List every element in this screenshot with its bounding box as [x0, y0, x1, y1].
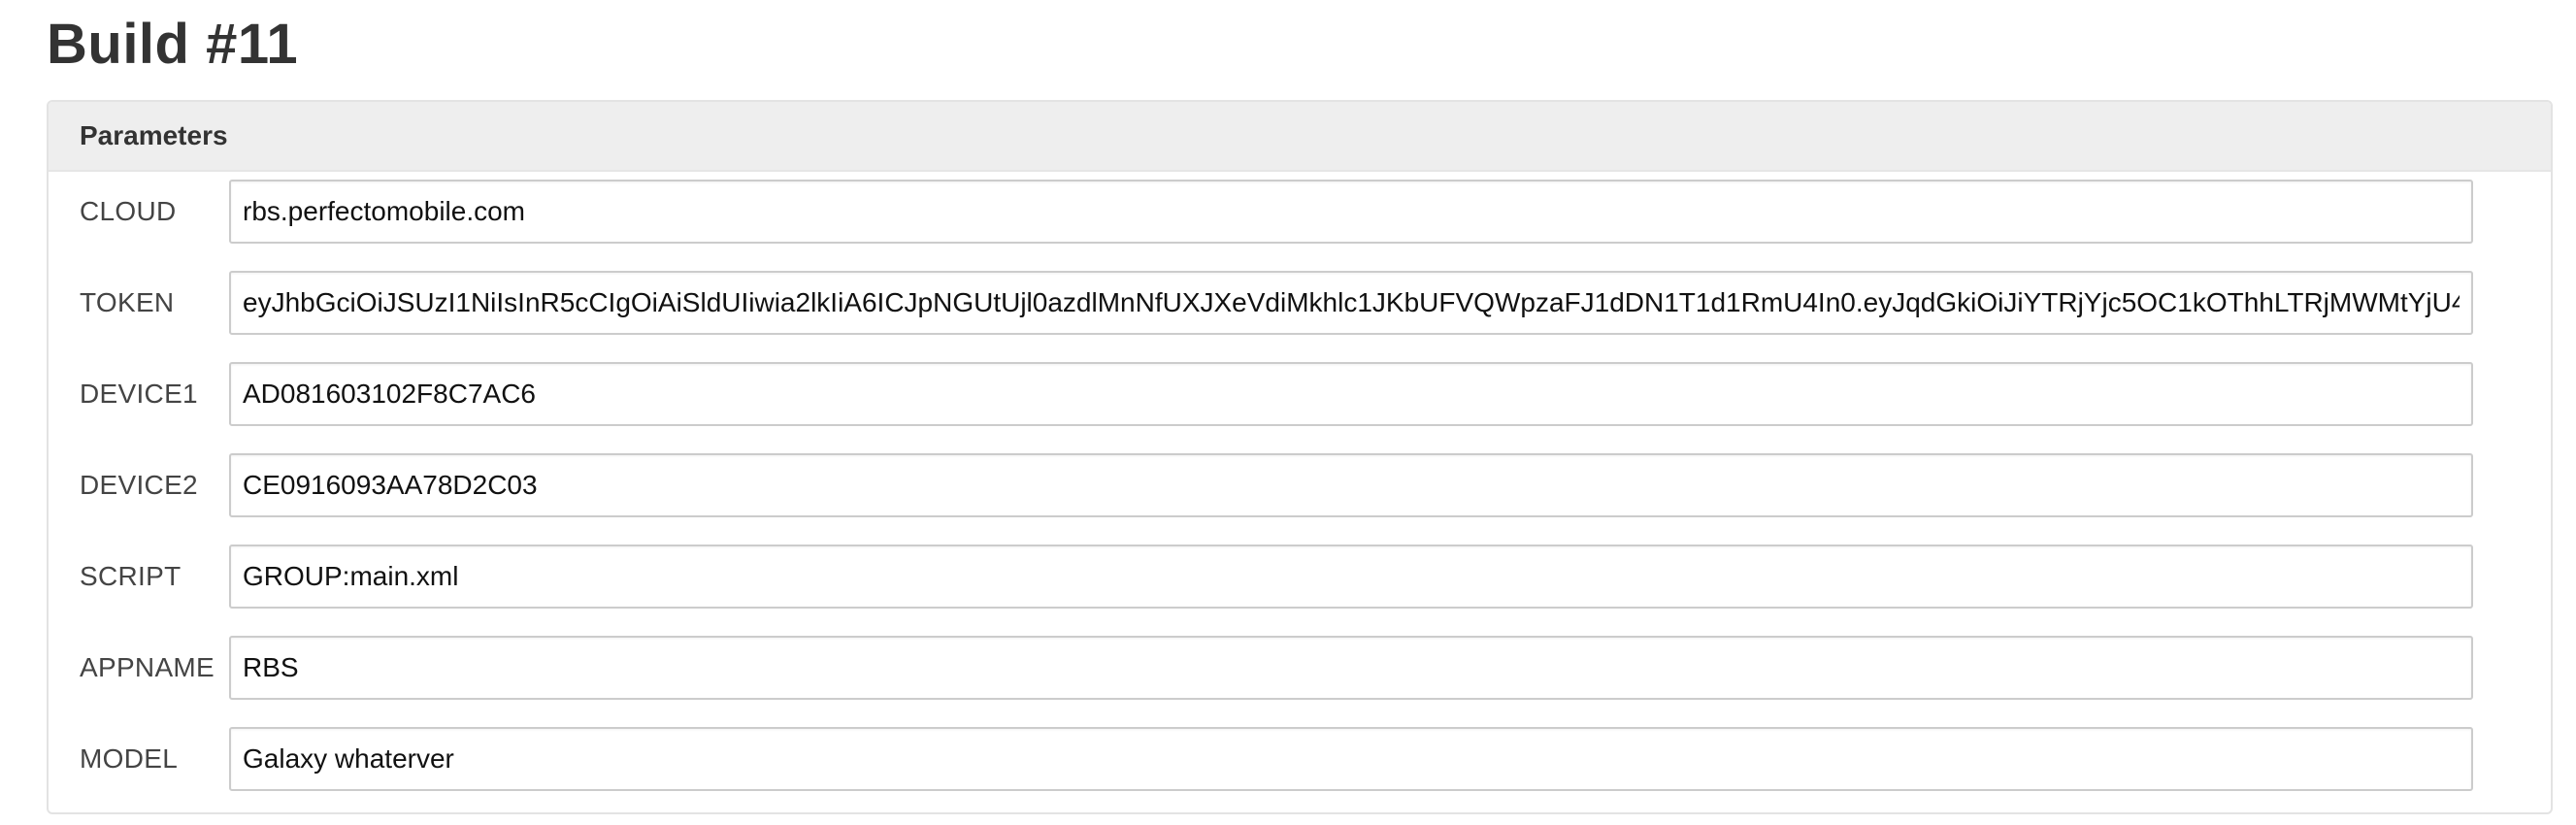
page-title: Build #11: [47, 13, 299, 76]
parameter-label-token: TOKEN: [80, 287, 175, 317]
parameter-input-cloud[interactable]: [229, 180, 2473, 244]
parameter-label-script: SCRIPT: [80, 561, 182, 591]
parameter-label-device1: DEVICE1: [80, 379, 198, 409]
parameter-row-appname: APPNAME: [49, 636, 2551, 700]
parameter-input-device2[interactable]: [229, 453, 2473, 517]
parameter-label-model: MODEL: [80, 743, 179, 774]
parameter-row-device2: DEVICE2: [49, 453, 2551, 517]
parameter-input-script[interactable]: [229, 544, 2473, 609]
parameter-label-appname: APPNAME: [80, 652, 215, 682]
parameter-row-script: SCRIPT: [49, 544, 2551, 609]
parameter-input-device1[interactable]: [229, 362, 2473, 426]
parameter-input-token[interactable]: [229, 271, 2473, 335]
parameter-row-model: MODEL: [49, 727, 2551, 791]
parameters-panel: Parameters CLOUD TOKEN DEVICE1 DEVICE2 S…: [47, 100, 2553, 814]
parameter-row-device1: DEVICE1: [49, 362, 2551, 426]
parameter-label-device2: DEVICE2: [80, 470, 198, 500]
parameter-label-cloud: CLOUD: [80, 196, 177, 226]
panel-heading: Parameters: [49, 102, 2551, 172]
parameter-row-cloud: CLOUD: [49, 180, 2551, 244]
parameter-input-model[interactable]: [229, 727, 2473, 791]
parameter-input-appname[interactable]: [229, 636, 2473, 700]
build-page: Build #11 Parameters CLOUD TOKEN DEVICE1…: [0, 0, 2576, 825]
parameter-row-token: TOKEN: [49, 271, 2551, 335]
